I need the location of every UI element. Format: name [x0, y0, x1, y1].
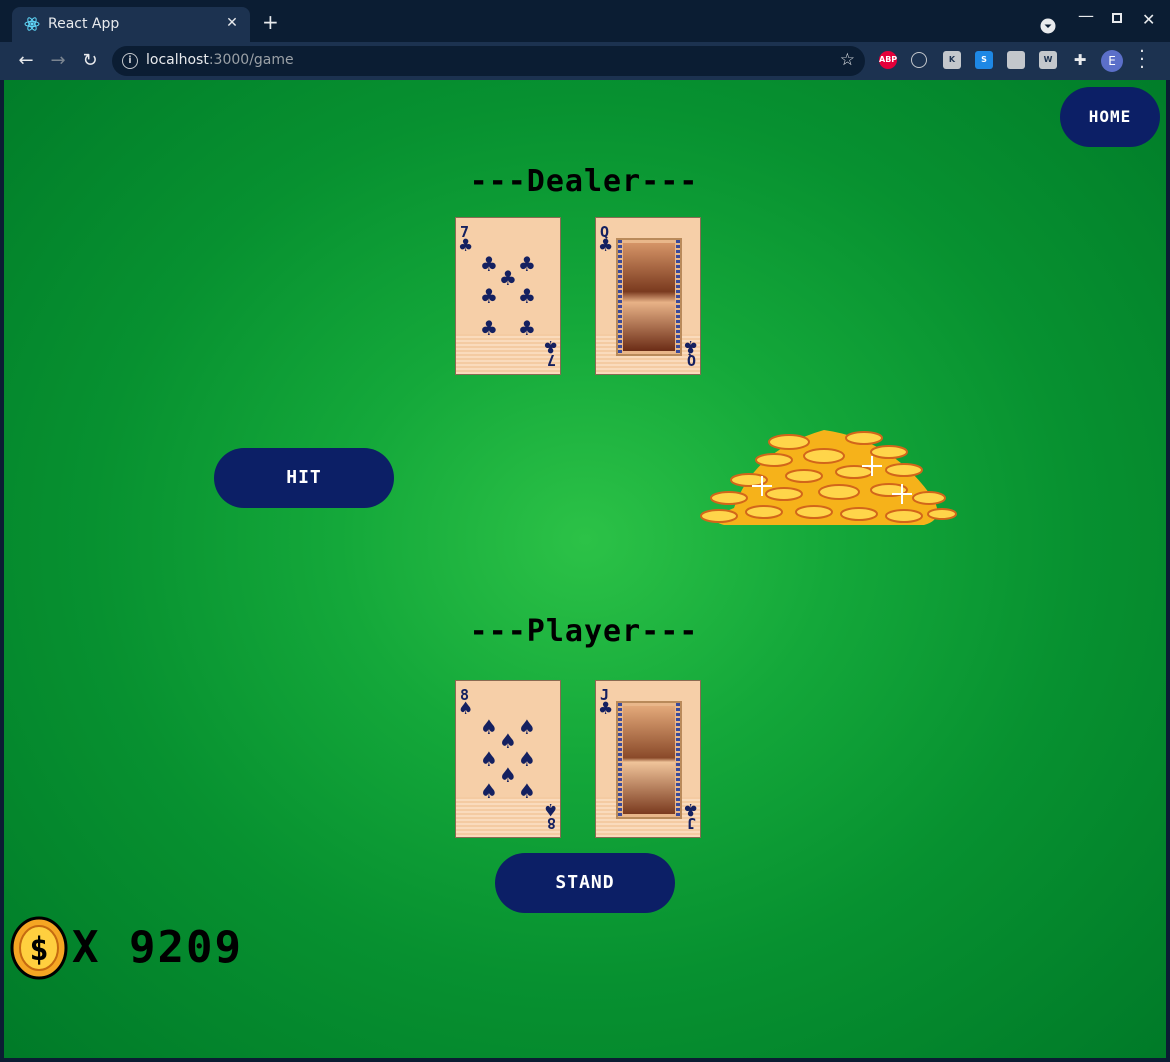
dealer-title: ---Dealer---	[469, 164, 699, 199]
tab-title: React App	[48, 16, 120, 32]
extension-s-icon[interactable]: S	[975, 51, 993, 69]
new-tab-icon[interactable]: +	[262, 12, 279, 32]
spade-icon: ♠	[480, 747, 498, 771]
hit-button[interactable]: HIT	[214, 448, 394, 508]
url-text[interactable]: localhost:3000/game	[146, 52, 294, 68]
player-card-2: J ♣ ♣ J	[595, 680, 701, 838]
maximize-icon[interactable]	[1112, 13, 1122, 23]
bookmark-star-icon[interactable]: ☆	[840, 50, 855, 70]
balance-text: X 9209	[72, 922, 243, 973]
club-icon: ♣	[480, 316, 498, 340]
extension-k-icon[interactable]: K	[943, 51, 961, 69]
spade-icon: ♠	[480, 715, 498, 739]
back-arrow-icon[interactable]: ←	[14, 49, 38, 73]
club-icon: ♣	[499, 266, 517, 290]
extension-w-icon[interactable]: W	[1039, 51, 1057, 69]
tab-close-icon[interactable]: ✕	[224, 15, 240, 31]
globe-extension-icon[interactable]	[911, 52, 927, 68]
card-rank-bottom: J	[686, 814, 696, 832]
address-bar[interactable]: i localhost:3000/game ☆	[112, 46, 865, 76]
browser-menu-icon[interactable]: · · ·	[1137, 43, 1147, 77]
adblock-extension-icon[interactable]: ABP	[879, 51, 897, 69]
home-button[interactable]: HOME	[1060, 87, 1160, 147]
club-icon: ♣	[518, 316, 536, 340]
stand-button[interactable]: STAND	[495, 853, 675, 913]
svg-text:$: $	[29, 930, 48, 968]
profile-avatar[interactable]: E	[1101, 50, 1123, 72]
dealer-card-1: 7 ♣ ♣ ♣ ♣ ♣ ♣ ♣ ♣ ♣ 7	[455, 217, 561, 375]
queen-portrait	[616, 238, 682, 356]
spade-icon: ♠	[518, 747, 536, 771]
spade-icon: ♠	[499, 763, 517, 787]
close-window-icon[interactable]: ✕	[1142, 10, 1155, 29]
club-icon: ♣	[598, 699, 614, 719]
spade-icon: ♠	[480, 779, 498, 803]
browser-toolbar: ← → ↻ i localhost:3000/game ☆ ABP K S W …	[0, 42, 1170, 80]
url-path: :3000/game	[208, 52, 294, 68]
club-icon: ♣	[518, 252, 536, 276]
spade-icon: ♠	[458, 699, 474, 719]
extensions-puzzle-icon[interactable]: ✚	[1071, 51, 1089, 69]
reload-icon[interactable]: ↻	[78, 49, 102, 73]
info-icon[interactable]: i	[122, 53, 138, 69]
club-icon: ♣	[480, 284, 498, 308]
browser-window: React App ✕ + — ✕ ← → ↻ i localhost:3000…	[0, 0, 1170, 1062]
spade-icon: ♠	[499, 729, 517, 753]
browser-tab[interactable]: React App ✕	[12, 7, 250, 42]
jack-portrait	[616, 701, 682, 819]
dollar-coin-icon: $	[10, 916, 68, 980]
dealer-card-2: Q ♣ ♣ Q	[595, 217, 701, 375]
card-rank-bottom: 8	[546, 814, 556, 832]
forward-arrow-icon[interactable]: →	[46, 49, 70, 73]
tab-strip: React App ✕ + — ✕	[0, 0, 1170, 42]
club-icon: ♣	[518, 284, 536, 308]
card-rank-bottom: 7	[546, 351, 556, 369]
player-card-1: 8 ♠ ♠ ♠ ♠ ♠ ♠ ♠ ♠ ♠ ♠ 8	[455, 680, 561, 838]
minimize-icon[interactable]: —	[1078, 6, 1094, 25]
balance-amount: 9209	[129, 922, 243, 973]
club-icon: ♣	[598, 236, 614, 256]
club-icon: ♣	[480, 252, 498, 276]
tab-search-icon[interactable]	[1040, 18, 1056, 34]
balance-prefix: X	[72, 922, 101, 973]
coin-pile-icon	[700, 430, 957, 525]
react-logo-icon	[24, 17, 40, 31]
spade-icon: ♠	[518, 715, 536, 739]
club-icon: ♣	[458, 236, 474, 256]
extension-screen-icon[interactable]	[1007, 51, 1025, 69]
spade-icon: ♠	[518, 779, 536, 803]
game-table: HOME ---Dealer--- 7 ♣ ♣ ♣ ♣ ♣ ♣ ♣ ♣ ♣ 7 …	[4, 80, 1166, 1058]
card-rank-bottom: Q	[686, 351, 696, 369]
player-title: ---Player---	[469, 614, 699, 649]
url-host: localhost	[146, 52, 209, 68]
